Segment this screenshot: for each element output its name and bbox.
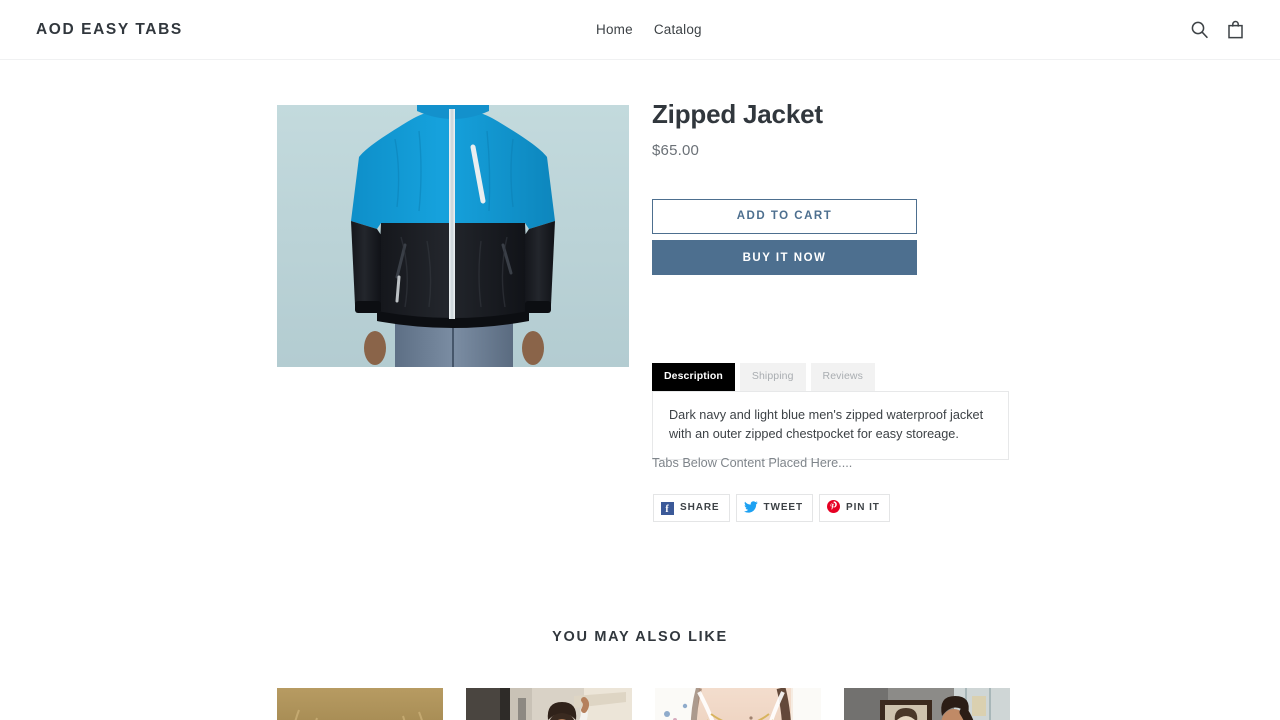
nav-item-home[interactable]: Home <box>596 22 633 37</box>
share-twitter-button[interactable]: TWEET <box>735 494 814 522</box>
buy-it-now-button[interactable]: BUY IT NOW <box>652 239 917 275</box>
share-pinterest-button[interactable]: PIN IT <box>819 494 890 522</box>
tabs-below-content: Tabs Below Content Placed Here.... <box>652 456 853 470</box>
related-product-card[interactable] <box>466 688 632 720</box>
site-header: AOD EASY TABS Home Catalog <box>0 0 1280 60</box>
tab-strip: Description Shipping Reviews <box>652 363 1012 391</box>
pinterest-icon <box>827 500 841 516</box>
related-product-card[interactable] <box>655 688 821 720</box>
share-facebook-button[interactable]: f SHARE <box>653 494 730 522</box>
product-title: Zipped Jacket <box>652 99 823 129</box>
product-price: $65.00 <box>652 141 700 159</box>
tab-description[interactable]: Description <box>652 363 735 391</box>
facebook-icon: f <box>661 501 674 515</box>
related-product-card[interactable] <box>844 688 1010 720</box>
tab-shipping[interactable]: Shipping <box>739 363 806 391</box>
header-icon-group <box>1190 20 1244 39</box>
product-image[interactable] <box>277 105 629 367</box>
share-pinterest-label: PIN IT <box>846 502 880 513</box>
related-products-heading: YOU MAY ALSO LIKE <box>552 629 728 645</box>
product-tabs: Description Shipping Reviews Dark navy a… <box>652 363 1012 460</box>
tab-panel-description: Dark navy and light blue men's zipped wa… <box>652 390 1009 460</box>
add-to-cart-button[interactable]: ADD TO CART <box>652 198 917 234</box>
site-logo[interactable]: AOD EASY TABS <box>36 21 183 39</box>
tab-reviews[interactable]: Reviews <box>810 363 875 391</box>
related-product-card[interactable] <box>277 688 443 720</box>
shopping-bag-icon[interactable] <box>1227 20 1244 39</box>
social-share-row: f SHARE TWEET PIN IT <box>653 494 890 522</box>
product-details: Zipped Jacket $65.00 ADD TO CART BUY IT … <box>652 99 1012 275</box>
nav-item-catalog[interactable]: Catalog <box>654 22 702 37</box>
search-icon[interactable] <box>1190 20 1209 39</box>
share-facebook-label: SHARE <box>680 502 720 513</box>
twitter-icon <box>743 500 758 516</box>
main-navigation: Home Catalog <box>596 22 702 37</box>
share-twitter-label: TWEET <box>763 502 804 513</box>
related-products-grid <box>277 688 1010 720</box>
